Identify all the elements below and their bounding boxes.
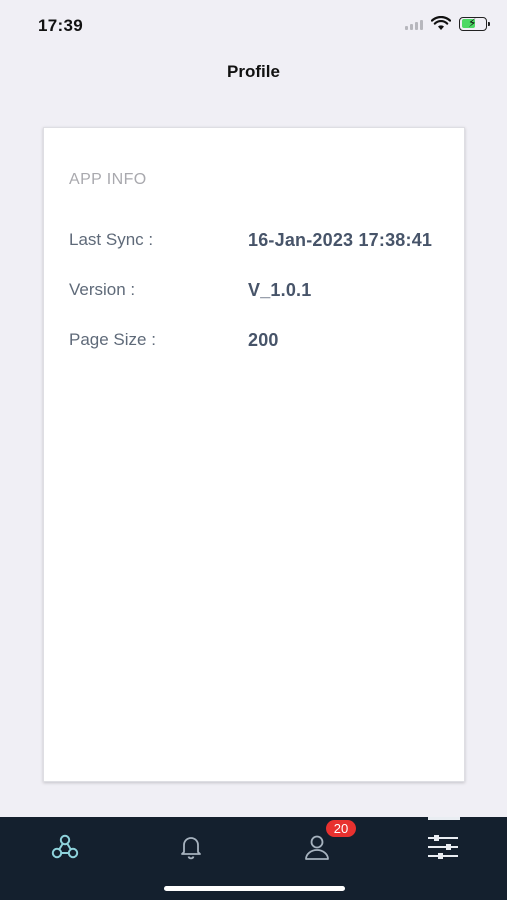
tab-network[interactable] [2,817,128,877]
version-value: V_1.0.1 [248,280,312,300]
tab-profile[interactable]: 20 [254,817,380,877]
app-info-card: APP INFO Last Sync : 16-Jan-2023 17:38:4… [43,127,465,782]
user-icon [305,835,329,860]
battery-icon: ⚡ [459,15,490,31]
tab-settings[interactable] [380,817,506,877]
charging-bolt-icon: ⚡ [468,15,477,30]
last-sync-value: 16-Jan-2023 17:38:41 [248,230,433,250]
status-time: 17:39 [38,16,83,35]
status-icons: ⚡ [405,15,490,31]
page-size-row: Page Size : 200 [69,330,459,354]
network-nodes-icon [51,834,79,859]
tab-notifications[interactable] [128,817,254,877]
last-sync-row: Last Sync : 16-Jan-2023 17:38:41 [69,230,459,254]
profile-screen: 17:39 ⚡ Profile APP INFO Last Sync : 16-… [0,0,507,900]
home-indicator [164,886,345,891]
sliders-icon [428,835,458,859]
active-tab-indicator [428,817,460,820]
section-title: APP INFO [69,171,147,188]
cellular-signal-icon [405,18,423,30]
page-size-label: Page Size : [69,330,156,349]
bell-icon [181,837,201,860]
version-row: Version : V_1.0.1 [69,280,459,304]
status-bar: 17:39 ⚡ [0,0,507,50]
page-title: Profile [227,62,280,81]
page-size-value: 200 [248,330,279,350]
wifi-icon [431,16,451,30]
version-label: Version : [69,280,136,299]
last-sync-label: Last Sync : [69,230,154,249]
notification-badge: 20 [326,820,356,837]
